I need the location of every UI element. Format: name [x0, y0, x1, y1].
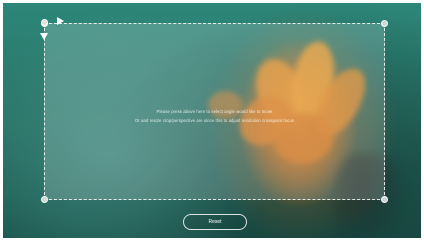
instruction-text: Please press above here to select angle …: [44, 107, 385, 125]
instruction-line-1: Please press above here to select angle …: [156, 109, 273, 114]
crop-handle-bottom-left[interactable]: [41, 196, 48, 203]
reset-button[interactable]: Reset: [183, 214, 247, 230]
crop-handle-top-right[interactable]: [381, 20, 388, 27]
arrow-right-icon[interactable]: [57, 17, 64, 25]
instruction-line-2: Or and resize crop/perspective are since…: [135, 118, 294, 123]
arrow-down-icon[interactable]: [40, 33, 48, 40]
origin-handle[interactable]: [41, 19, 48, 26]
camera-preview: Please press above here to select angle …: [3, 3, 421, 238]
crop-handle-bottom-right[interactable]: [381, 196, 388, 203]
